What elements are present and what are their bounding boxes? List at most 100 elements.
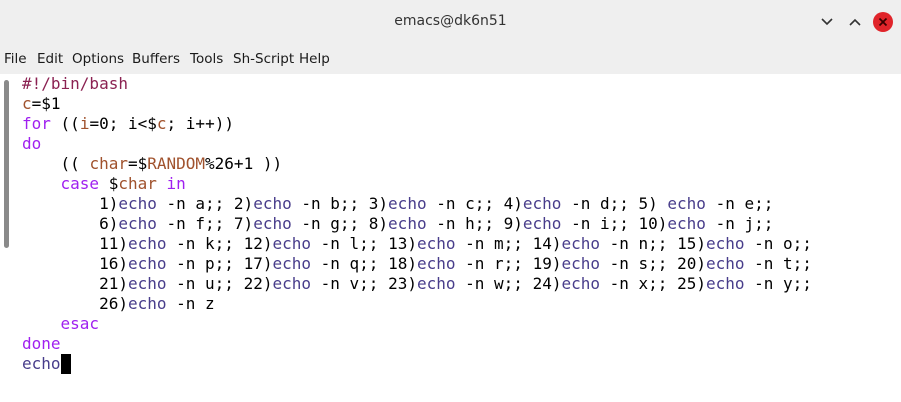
code-token: -n m;; 14) [455, 234, 562, 253]
code-token: echo [416, 234, 456, 253]
code-line[interactable]: #!/bin/bash [22, 74, 812, 94]
code-token: echo [22, 354, 61, 373]
code-token: -n g;; 8) [291, 214, 389, 233]
code-token: echo [388, 194, 427, 213]
code-token: =$ [127, 154, 148, 173]
code-token: 16) [22, 254, 128, 273]
code-line[interactable]: 6)echo -n f;; 7)echo -n g;; 8)echo -n h;… [22, 214, 812, 234]
close-button[interactable] [873, 12, 893, 32]
code-token: -n r;; 19) [455, 254, 562, 273]
code-token: =0; i<$ [89, 114, 157, 133]
code-token: -n y;; [744, 274, 812, 293]
code-token: echo [127, 274, 167, 293]
menu-tools[interactable]: Tools [190, 51, 223, 67]
chevron-down-icon [821, 18, 833, 26]
code-line[interactable]: do [22, 134, 812, 154]
code-line[interactable]: (( char=$RANDOM%26+1 )) [22, 154, 812, 174]
code-token: echo [667, 214, 706, 233]
vertical-scrollbar[interactable] [0, 74, 14, 402]
code-line[interactable]: c=$1 [22, 94, 812, 114]
code-token: RANDOM [147, 154, 206, 173]
code-token: c [22, 94, 32, 113]
code-token: echo [253, 214, 292, 233]
code-token: do [22, 134, 42, 153]
code-token: echo [705, 274, 745, 293]
code-token: echo [705, 234, 745, 253]
code-token: char [118, 174, 157, 193]
code-token: (( [22, 154, 90, 173]
close-icon [878, 17, 888, 27]
code-token: -n t;; [744, 254, 812, 273]
code-token: echo [118, 194, 157, 213]
code-token: %26+1 )) [205, 154, 283, 173]
code-token: echo [522, 214, 562, 233]
code-line[interactable]: done [22, 334, 812, 354]
text-cursor [60, 354, 71, 374]
code-token: -n i;; 10) [561, 214, 668, 233]
menu-bar: File Edit Options Buffers Tools Sh-Scrip… [0, 45, 901, 74]
code-token: echo [667, 194, 706, 213]
window-title: emacs@dk6n51 [394, 13, 507, 29]
menu-edit[interactable]: Edit [37, 51, 63, 67]
code-token: echo [127, 234, 167, 253]
menu-options[interactable]: Options [72, 51, 124, 67]
chevron-up-icon [849, 18, 861, 26]
code-token: -n c;; 4) [426, 194, 523, 213]
code-token: -n o;; [744, 234, 812, 253]
code-token: $ [99, 174, 119, 193]
code-token: -n u;; 22) [166, 274, 273, 293]
code-line[interactable]: 11)echo -n k;; 12)echo -n l;; 13)echo -n… [22, 234, 812, 254]
code-token: 1) [22, 194, 119, 213]
code-token: echo [272, 234, 311, 253]
code-token: (( [50, 114, 80, 133]
code-token: char [89, 154, 128, 173]
code-token: #!/bin/bash [22, 74, 128, 93]
code-token: echo [272, 254, 311, 273]
code-token: echo [127, 254, 167, 273]
code-line[interactable]: 1)echo -n a;; 2)echo -n b;; 3)echo -n c;… [22, 194, 812, 214]
code-line[interactable]: for ((i=0; i<$c; i++)) [22, 114, 812, 134]
code-token: 21) [22, 274, 128, 293]
code-text[interactable]: #!/bin/bash c=$1 for ((i=0; i<$c; i++)) do … [22, 74, 812, 374]
code-token: 6) [22, 214, 119, 233]
code-token: -n s;; 20) [600, 254, 706, 273]
code-token: -n v;; 23) [311, 274, 417, 293]
code-line[interactable]: echo [22, 354, 812, 374]
code-token: =$1 [31, 94, 61, 113]
code-token: -n k;; 12) [166, 234, 273, 253]
code-token: -n h;; 9) [426, 214, 523, 233]
minimize-button[interactable] [817, 12, 837, 32]
code-token: 26) [22, 294, 128, 313]
menu-sh-script[interactable]: Sh-Script [233, 51, 294, 67]
code-line[interactable]: esac [22, 314, 812, 334]
code-line[interactable]: 16)echo -n p;; 17)echo -n q;; 18)echo -n… [22, 254, 812, 274]
code-token: ; i++)) [166, 114, 234, 133]
code-line[interactable]: 26)echo -n z [22, 294, 812, 314]
code-token: -n l;; 13) [311, 234, 417, 253]
scrollbar-thumb[interactable] [4, 80, 9, 248]
code-token: echo [416, 254, 456, 273]
maximize-button[interactable] [845, 12, 865, 32]
code-token: -n d;; 5) [561, 194, 668, 213]
code-token: -n x;; 25) [600, 274, 706, 293]
menu-help[interactable]: Help [299, 51, 330, 67]
title-bar[interactable]: emacs@dk6n51 [0, 0, 901, 45]
editor-buffer[interactable]: #!/bin/bash c=$1 for ((i=0; i<$c; i++)) do … [0, 74, 901, 402]
code-token: for [22, 114, 51, 133]
code-token: in [166, 174, 186, 193]
code-token: echo [272, 274, 311, 293]
code-line[interactable]: case $char in [22, 174, 812, 194]
menu-file[interactable]: File [4, 51, 27, 67]
code-token: c [156, 114, 167, 133]
code-token: echo [127, 294, 167, 313]
code-token: case [60, 174, 100, 193]
code-token: -n n;; 15) [600, 234, 706, 253]
code-token: done [22, 334, 61, 353]
code-line[interactable]: 21)echo -n u;; 22)echo -n v;; 23)echo -n… [22, 274, 812, 294]
code-token: echo [561, 254, 600, 273]
code-token: -n e;; [705, 194, 774, 213]
code-token: -n w;; 24) [455, 274, 562, 293]
menu-buffers[interactable]: Buffers [132, 51, 180, 67]
